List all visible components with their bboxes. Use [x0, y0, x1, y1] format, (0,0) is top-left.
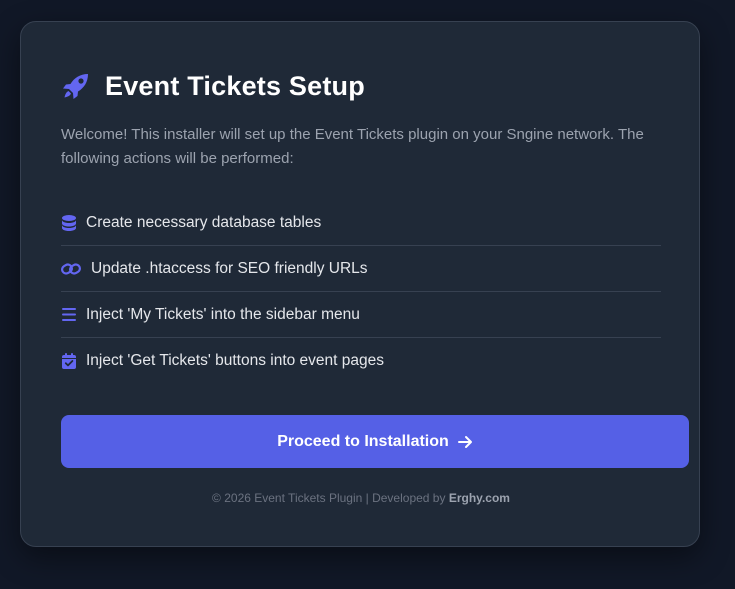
- action-label: Inject 'My Tickets' into the sidebar men…: [86, 305, 360, 323]
- page-title: Event Tickets Setup: [105, 70, 365, 101]
- arrow-right-icon: [457, 435, 473, 449]
- list-item: Update .htaccess for SEO friendly URLs: [61, 246, 661, 292]
- action-label: Create necessary database tables: [86, 213, 322, 231]
- action-label: Update .htaccess for SEO friendly URLs: [91, 259, 368, 277]
- action-label: Inject 'Get Tickets' buttons into event …: [86, 352, 385, 369]
- footer: © 2026 Event Tickets Plugin | Developed …: [21, 491, 701, 505]
- list-item: Inject 'Get Tickets' buttons into event …: [61, 338, 661, 384]
- database-icon: [61, 214, 77, 231]
- footer-text: © 2026 Event Tickets Plugin | Developed …: [212, 491, 446, 505]
- installer-card: Event Tickets Setup Welcome! This instal…: [20, 21, 700, 547]
- proceed-button[interactable]: Proceed to Installation: [61, 415, 689, 468]
- list-item: Inject 'My Tickets' into the sidebar men…: [61, 292, 661, 338]
- link-icon: [61, 261, 81, 277]
- calendar-check-icon: [61, 353, 77, 369]
- list-item: Create necessary database tables: [61, 200, 661, 246]
- developer-link[interactable]: Erghy.com: [449, 491, 510, 505]
- bars-icon: [61, 307, 77, 323]
- header: Event Tickets Setup: [61, 66, 365, 106]
- proceed-button-label: Proceed to Installation: [277, 432, 449, 450]
- intro-text: Welcome! This installer will set up the …: [61, 126, 644, 167]
- rocket-icon: [61, 71, 91, 101]
- action-list: Create necessary database tables Update …: [61, 200, 661, 384]
